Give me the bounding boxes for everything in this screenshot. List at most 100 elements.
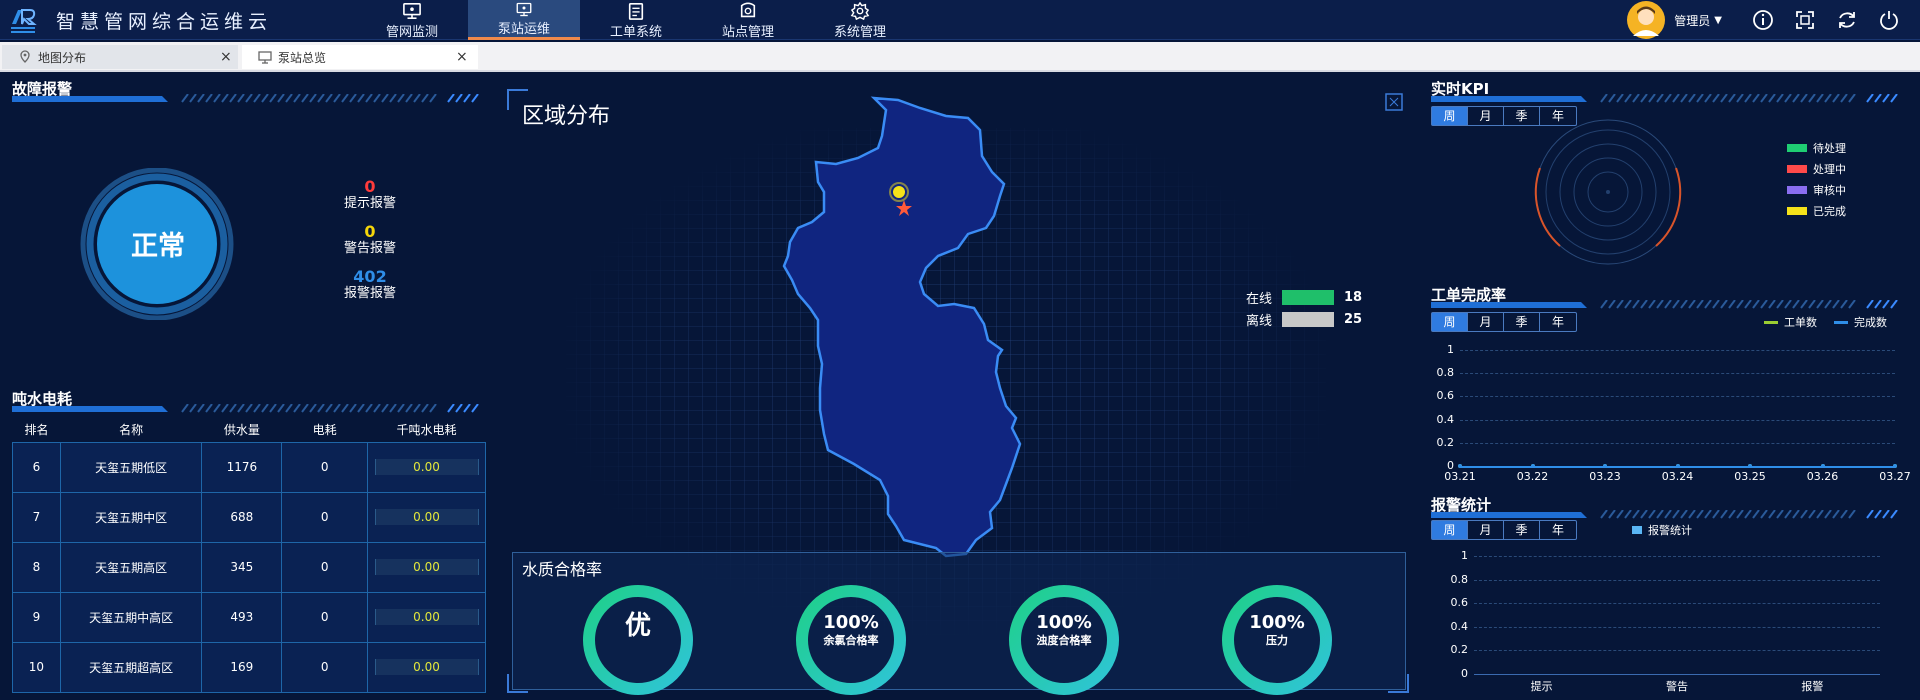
column-header: 供水量	[223, 423, 260, 438]
period-week-button[interactable]: 周	[1432, 313, 1468, 331]
y-tick-label: 0.8	[1450, 572, 1469, 586]
nav-item-pipe-monitor[interactable]: 管网监测	[356, 0, 468, 40]
table-row[interactable]: 6 天玺五期低区 1176 0 0.00	[12, 441, 486, 493]
user-area: 管理员 ▼	[1626, 0, 1920, 40]
line-segment	[1677, 466, 1750, 468]
expand-icon[interactable]	[1385, 93, 1403, 111]
close-icon[interactable]: ×	[456, 49, 468, 65]
legend-label: 离线	[1246, 313, 1273, 329]
online-offline-legend: 在线 18 离线 25	[1246, 286, 1374, 330]
tab-label: 泵站总览	[278, 50, 327, 65]
period-month-button[interactable]: 月	[1468, 107, 1504, 125]
station-marker[interactable]	[893, 186, 905, 198]
x-tick-label: 03.23	[1589, 470, 1621, 483]
legend-processing: 处理中	[1787, 161, 1846, 177]
kwh-per-kiloton-cell: 0.00	[367, 541, 486, 593]
period-quarter-button[interactable]: 季	[1504, 313, 1540, 331]
stat-warning-alarm: 0 警告报警	[300, 223, 440, 257]
legend-completed-count: 完成数	[1834, 314, 1887, 330]
grid-line	[1460, 419, 1895, 421]
gear-icon	[850, 2, 870, 20]
stat-label: 报警报警	[343, 286, 396, 301]
legend-label: 审核中	[1813, 184, 1846, 197]
period-quarter-button[interactable]: 季	[1504, 521, 1540, 539]
table-row[interactable]: 9 天玺五期中高区 493 0 0.00	[12, 591, 486, 643]
tab-pump-overview[interactable]: 泵站总览 ×	[242, 45, 478, 69]
period-year-button[interactable]: 年	[1540, 521, 1576, 539]
tab-label: 地图分布	[38, 50, 87, 65]
period-month-button[interactable]: 月	[1468, 521, 1504, 539]
table-row[interactable]: 10 天玺五期超高区 169 0 0.00	[12, 641, 486, 693]
fullscreen-icon[interactable]	[1794, 9, 1816, 31]
legend-swatch	[1787, 186, 1807, 194]
monitor-icon	[258, 51, 272, 64]
legend-swatch	[1834, 320, 1848, 324]
rank-cell: 7	[12, 491, 61, 543]
y-tick-label: 1	[1447, 343, 1454, 356]
legend-alarm-stats: 报警统计	[1632, 522, 1692, 538]
value-bar: 0.00	[374, 609, 479, 625]
monitor-icon	[403, 2, 421, 20]
table-row[interactable]: 8 天玺五期高区 345 0 0.00	[12, 541, 486, 593]
nav-item-pump-station[interactable]: 泵站运维	[468, 0, 580, 40]
column-header: 名称	[119, 423, 144, 438]
period-week-button[interactable]: 周	[1432, 521, 1468, 539]
line-segment	[1532, 466, 1605, 468]
column-header: 千吨水电耗	[396, 423, 457, 438]
period-week-button[interactable]: 周	[1432, 107, 1468, 125]
x-tick-label: 03.27	[1879, 470, 1911, 483]
period-month-button[interactable]: 月	[1468, 313, 1504, 331]
table-row[interactable]: 7 天玺五期中区 688 0 0.00	[12, 491, 486, 543]
grid-line	[1460, 442, 1895, 444]
kpi-ring-chart	[1534, 119, 1682, 265]
line-segment	[1605, 466, 1678, 468]
table-header-row: 排名 名称 供水量 电耗 千吨水电耗	[13, 418, 486, 442]
grid-line	[1474, 556, 1880, 557]
refresh-icon[interactable]	[1836, 9, 1858, 31]
nav-label: 站点管理	[721, 25, 774, 40]
nav-item-system-manage[interactable]: 系统管理	[804, 0, 916, 40]
app-title: 智慧管网综合运维云	[56, 11, 273, 33]
legend-pending: 待处理	[1787, 140, 1846, 156]
grid-line	[1474, 626, 1880, 628]
title-decor	[12, 94, 479, 103]
kwh-per-kiloton-cell: 0.00	[367, 591, 486, 643]
legend-label: 处理中	[1813, 163, 1846, 176]
user-name[interactable]: 管理员	[1674, 12, 1710, 29]
kwh-per-kiloton-cell: 0.00	[367, 641, 486, 693]
power-icon[interactable]	[1878, 9, 1900, 31]
rank-cell: 10	[12, 641, 61, 693]
legend-work-orders: 工单数	[1764, 314, 1817, 330]
nav-item-work-order[interactable]: 工单系统	[580, 0, 692, 40]
region-distribution-title: 区域分布	[522, 104, 611, 129]
legend-swatch	[1787, 144, 1807, 152]
pressure-label: 压力	[1266, 634, 1288, 647]
caret-down-icon[interactable]: ▼	[1714, 15, 1722, 26]
x-tick-label: 03.22	[1516, 470, 1549, 483]
info-icon[interactable]	[1752, 9, 1774, 31]
nav-label: 工单系统	[609, 25, 662, 40]
legend-swatch	[1787, 207, 1807, 215]
kwh-per-kiloton-cell: 0.00	[367, 491, 486, 543]
rank-cell: 8	[12, 541, 61, 593]
supply-cell: 493	[201, 591, 283, 643]
line-point	[1893, 464, 1897, 468]
column-header: 排名	[24, 423, 49, 438]
close-icon[interactable]: ×	[220, 49, 232, 65]
period-year-button[interactable]: 年	[1540, 313, 1576, 331]
nav-item-station-manage[interactable]: 站点管理	[692, 0, 804, 40]
x-tick-label: 提示	[1530, 680, 1553, 693]
avatar[interactable]	[1626, 0, 1666, 40]
grid-line	[1460, 373, 1895, 375]
y-tick-label: 0.6	[1450, 596, 1469, 610]
name-cell: 天玺五期中高区	[59, 591, 203, 643]
legend-label: 报警统计	[1648, 524, 1692, 537]
line-segment	[1822, 466, 1895, 468]
nav-label: 管网监测	[385, 25, 438, 40]
stat-alarm-alarm: 402 报警报警	[300, 268, 440, 302]
tab-map-distribution[interactable]: 地图分布 ×	[2, 45, 238, 69]
station-icon	[740, 2, 756, 18]
completion-period-group: 周 月 季 年	[1431, 312, 1577, 332]
rank-cell: 6	[12, 441, 61, 493]
legend-label: 待处理	[1813, 142, 1846, 155]
